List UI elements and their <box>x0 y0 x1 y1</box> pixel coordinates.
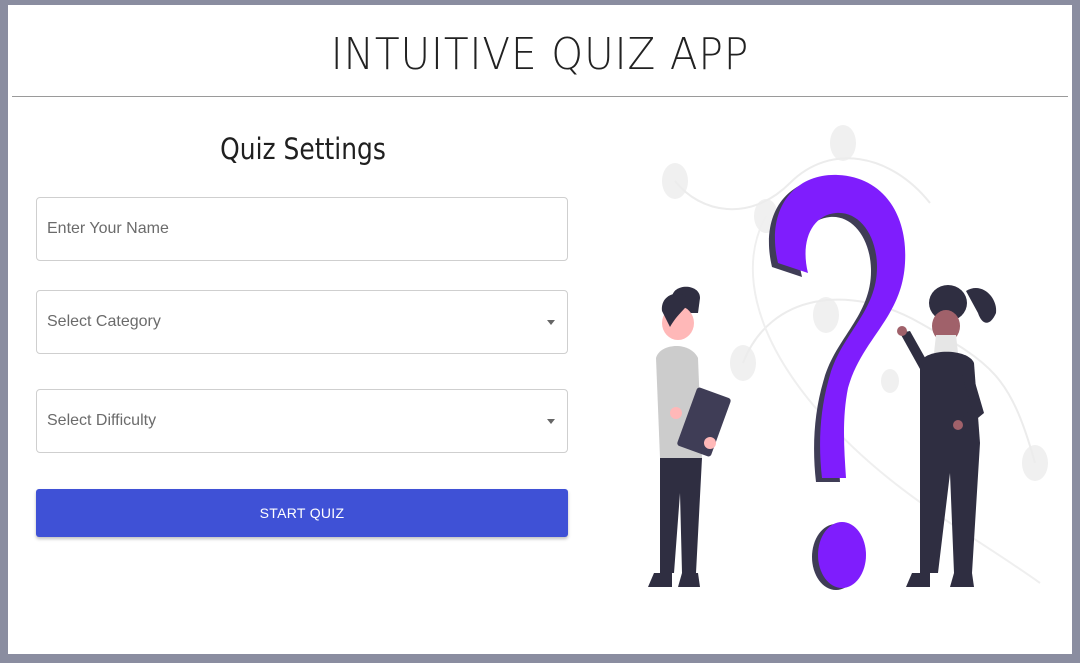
category-select[interactable]: Select Category <box>36 290 568 354</box>
chevron-down-icon <box>547 419 555 424</box>
name-field[interactable] <box>36 197 568 261</box>
difficulty-select-label: Select Difficulty <box>47 412 157 429</box>
app-window: INTUITIVE QUIZ APP Quiz Settings Select … <box>0 0 1080 663</box>
header-divider <box>12 96 1068 97</box>
question-mark-people-illustration <box>648 125 1048 590</box>
category-select-label: Select Category <box>47 313 161 330</box>
app-title: INTUITIVE QUIZ APP <box>330 29 750 80</box>
start-quiz-button[interactable]: START QUIZ <box>36 489 568 537</box>
name-input[interactable] <box>37 198 567 260</box>
woman-figure <box>897 285 997 587</box>
man-figure <box>648 286 731 587</box>
chevron-down-icon <box>547 320 555 325</box>
difficulty-select[interactable]: Select Difficulty <box>36 389 568 453</box>
quiz-settings-title: Quiz Settings <box>220 132 386 166</box>
